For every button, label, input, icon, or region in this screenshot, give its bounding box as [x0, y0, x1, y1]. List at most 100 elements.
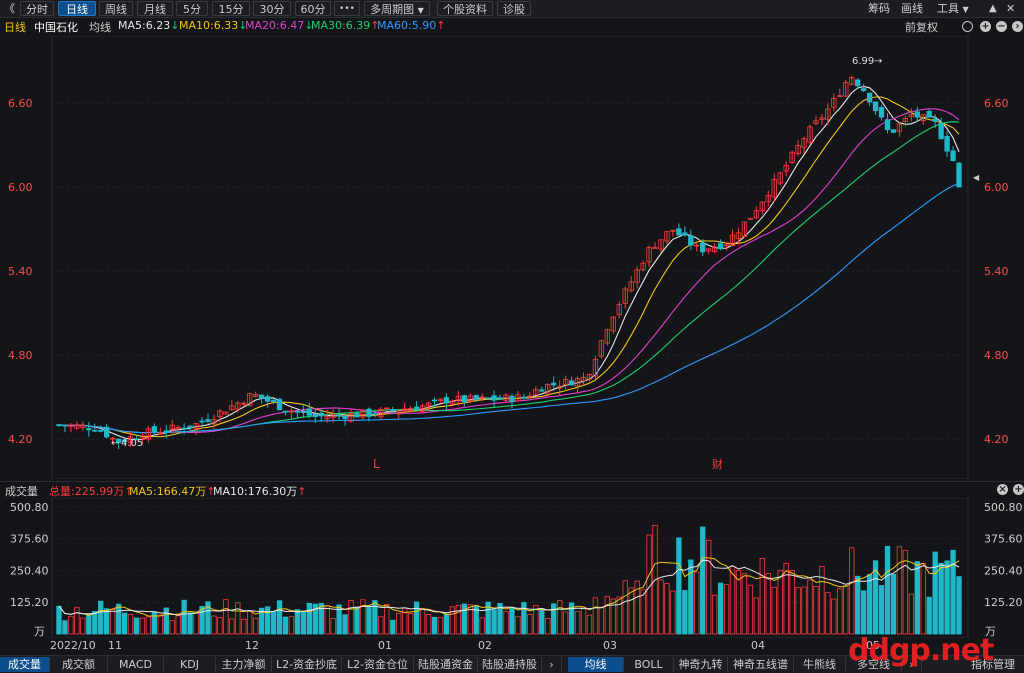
volume-bar — [944, 560, 950, 635]
settings-icon[interactable] — [962, 21, 973, 32]
multi-period-dropdown[interactable]: 多周期图 ▼ — [364, 1, 430, 16]
candle-body — [199, 420, 205, 423]
candle-body — [855, 79, 861, 87]
tab-minute[interactable]: 分时 — [20, 1, 54, 16]
ma-legend: 日线 中国石化 均线 MA5:6.23↓ MA10:6.33↓ MA20:6.4… — [0, 18, 1024, 35]
tab-ma[interactable]: 均线 — [568, 657, 624, 672]
draw-line-button[interactable]: 画线 — [901, 1, 923, 16]
volume-bar — [545, 618, 551, 635]
candle-body — [682, 232, 688, 236]
volume-bar — [419, 607, 426, 635]
tab-kdj[interactable]: KDJ — [164, 657, 216, 672]
candle-body — [676, 228, 682, 236]
volume-bar — [807, 579, 813, 635]
candle-body — [163, 430, 169, 433]
collapse-left-button[interactable]: 《 — [4, 1, 15, 16]
close-indicator-icon[interactable]: × — [997, 484, 1008, 495]
volume-bar — [574, 611, 581, 635]
volume-unit-left: 万 — [34, 625, 45, 638]
price-tick-left: 5.40 — [8, 265, 33, 278]
volume-chart[interactable]: 500.80 500.80 375.60 375.60 250.40 250.40 125.… — [0, 498, 1024, 638]
volume-bar — [407, 612, 414, 635]
tab-daily[interactable]: 日线 — [58, 1, 96, 16]
tab-macd[interactable]: MACD — [108, 657, 164, 672]
price-tick-right: 4.80 — [984, 349, 1009, 362]
tab-weekly[interactable]: 周线 — [99, 1, 133, 16]
chevron-right-icon[interactable]: › — [542, 657, 562, 672]
price-tick-left: 6.00 — [8, 181, 33, 194]
volume-bar — [330, 618, 336, 635]
diagnose-button[interactable]: 诊股 — [497, 1, 531, 16]
tab-magic-nine[interactable]: 神奇九转 — [674, 657, 728, 672]
volume-bar — [306, 602, 312, 635]
volume-bar — [491, 609, 497, 635]
date-label: 11 — [108, 639, 122, 652]
tab-5min[interactable]: 5分 — [176, 1, 208, 16]
candle-body — [276, 398, 283, 411]
adjust-dropdown[interactable]: 前复权 — [905, 19, 938, 35]
tab-hk-flow[interactable]: 陆股通资金 — [414, 657, 478, 672]
tab-volume[interactable]: 成交量 — [0, 657, 50, 672]
candle-body — [914, 111, 920, 118]
volume-bar — [294, 609, 301, 635]
candles — [56, 75, 962, 450]
volume-bar — [801, 586, 807, 635]
volume-bar — [622, 580, 628, 635]
volume-bar — [938, 562, 944, 635]
ma30-value: MA30:6.39↑ — [311, 19, 380, 32]
candlestick-chart[interactable]: 6.60 6.60 6.00 6.00 5.40 5.40 4.80 4.80 4.20 4.20… — [0, 36, 1024, 479]
volume-bar — [551, 603, 557, 635]
settings-indicator-icon[interactable]: + — [1013, 484, 1024, 495]
tab-turnover[interactable]: 成交额 — [50, 657, 108, 672]
date-label: 01 — [378, 639, 392, 652]
event-marker-finance[interactable]: 财 — [712, 457, 723, 471]
tab-bull-bear[interactable]: 牛熊线 — [794, 657, 846, 672]
tab-15min[interactable]: 15分 — [212, 1, 250, 16]
event-marker-l[interactable]: L — [373, 457, 380, 471]
more-periods-button[interactable]: ••• — [334, 1, 360, 16]
volume-bar — [211, 615, 217, 635]
candle-body — [860, 88, 867, 92]
tab-60min[interactable]: 60分 — [295, 1, 331, 16]
zoom-out-icon[interactable]: − — [996, 21, 1007, 32]
tab-monthly[interactable]: 月线 — [137, 1, 173, 16]
tab-l2-bottom[interactable]: L2-资金抄底 — [272, 657, 342, 672]
ma-label[interactable]: 均线 — [89, 19, 111, 35]
volume-bar — [694, 571, 700, 635]
tab-magic-five[interactable]: 神奇五线谱 — [728, 657, 794, 672]
tab-boll[interactable]: BOLL — [624, 657, 674, 672]
candle-body — [521, 396, 527, 399]
price-grid — [51, 36, 969, 479]
date-label: 03 — [603, 639, 617, 652]
volume-bar — [163, 607, 169, 635]
price-tick-right: 6.00 — [984, 181, 1009, 194]
current-price-marker-icon: ◀ — [973, 173, 980, 182]
tab-l2-position[interactable]: L2-资金仓位 — [342, 657, 414, 672]
volume-tick-right: 125.20 — [984, 596, 1023, 609]
volume-bar — [771, 586, 777, 635]
tools-dropdown[interactable]: 工具 ▼ — [937, 1, 969, 16]
up-icon[interactable]: ▲ — [989, 1, 997, 16]
volume-bar — [539, 608, 545, 635]
chips-button[interactable]: 筹码 — [868, 1, 890, 16]
tab-30min[interactable]: 30分 — [253, 1, 291, 16]
candle-body — [300, 411, 307, 414]
candle-body — [98, 430, 104, 432]
close-icon[interactable]: ✕ — [1006, 1, 1015, 16]
volume-bar — [270, 611, 277, 635]
volume-bar — [843, 585, 849, 635]
tab-hk-holding[interactable]: 陆股通持股 — [478, 657, 542, 672]
candle-body — [688, 235, 694, 246]
date-label: 2022/10 — [50, 639, 96, 652]
volume-bar — [235, 602, 241, 635]
volume-bar — [288, 616, 295, 635]
tab-main-net[interactable]: 主力净额 — [216, 657, 272, 672]
move-right-icon[interactable]: › — [1012, 21, 1023, 32]
volume-bar — [348, 600, 354, 635]
zoom-in-icon[interactable]: + — [980, 21, 991, 32]
volume-bar — [264, 606, 271, 635]
candle-body — [390, 409, 396, 412]
price-tick-right: 5.40 — [984, 265, 1009, 278]
stock-info-button[interactable]: 个股资料 — [437, 1, 493, 16]
volume-bar — [628, 587, 634, 635]
